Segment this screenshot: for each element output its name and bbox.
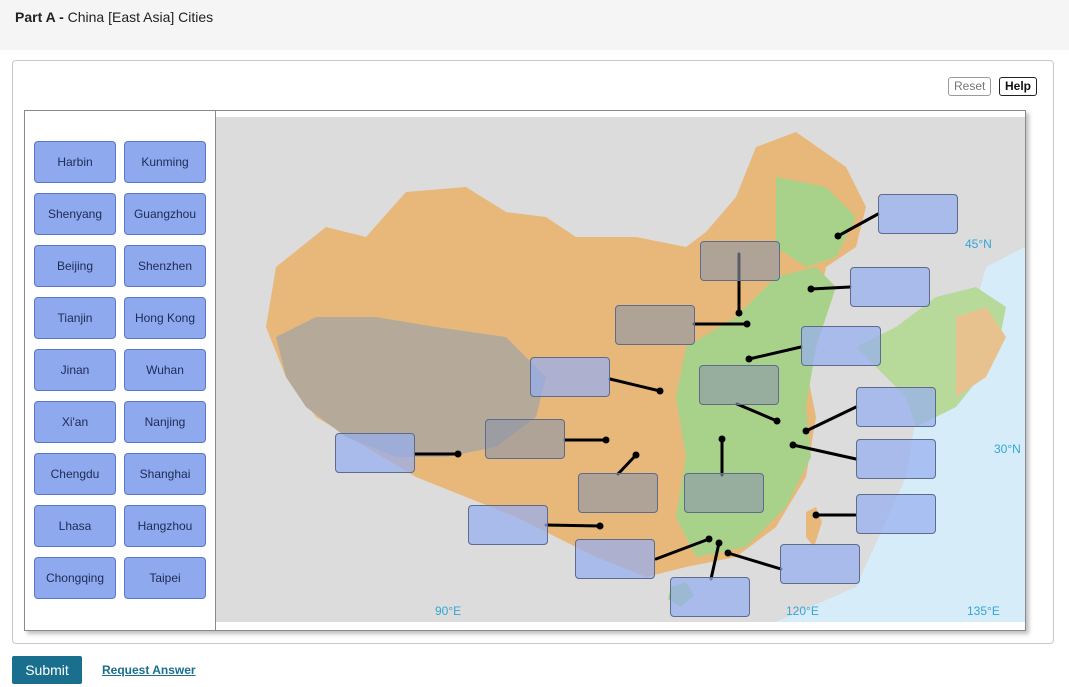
china-map: 45°N 30°N 90°E 120°E 135°E	[216, 117, 1025, 622]
longitude-label-90e: 90°E	[435, 604, 462, 618]
request-answer-link[interactable]: Request Answer	[102, 663, 196, 677]
part-header: Part A - China [East Asia] Cities	[0, 0, 1069, 50]
label-chip-shenyang[interactable]: Shenyang	[34, 193, 116, 235]
label-chip-jinan[interactable]: Jinan	[34, 349, 116, 391]
label-chip-shenzhen[interactable]: Shenzhen	[124, 245, 206, 287]
drop-target-1[interactable]	[700, 241, 780, 281]
drop-target-2[interactable]	[878, 194, 958, 234]
part-title: Part A - China [East Asia] Cities	[15, 9, 213, 25]
latitude-label-45n: 45°N	[965, 237, 992, 251]
label-chip-harbin[interactable]: Harbin	[34, 141, 116, 183]
drop-target-11[interactable]	[856, 439, 936, 479]
drop-target-5[interactable]	[801, 326, 881, 366]
drop-target-8[interactable]	[856, 387, 936, 427]
drop-target-15[interactable]	[468, 505, 548, 545]
label-chip-xian[interactable]: Xi'an	[34, 401, 116, 443]
drop-target-3[interactable]	[850, 267, 930, 307]
label-chip-chengdu[interactable]: Chengdu	[34, 453, 116, 495]
label-chip-guangzhou[interactable]: Guangzhou	[124, 193, 206, 235]
help-button[interactable]: Help	[999, 77, 1038, 96]
label-chip-tianjin[interactable]: Tianjin	[34, 297, 116, 339]
label-bank: Harbin Kunming Shenyang Guangzhou Beijin…	[25, 111, 216, 630]
reset-button[interactable]: Reset	[948, 77, 992, 96]
latitude-label-30n: 30°N	[994, 442, 1021, 456]
label-chip-kunming[interactable]: Kunming	[124, 141, 206, 183]
label-chip-taipei[interactable]: Taipei	[124, 557, 206, 599]
label-chip-hangzhou[interactable]: Hangzhou	[124, 505, 206, 547]
drop-target-13[interactable]	[684, 473, 764, 513]
label-chip-shanghai[interactable]: Shanghai	[124, 453, 206, 495]
labeling-workspace: Harbin Kunming Shenyang Guangzhou Beijin…	[24, 110, 1026, 631]
label-chip-beijing[interactable]: Beijing	[34, 245, 116, 287]
label-chip-nanjing[interactable]: Nanjing	[124, 401, 206, 443]
drop-target-16[interactable]	[575, 539, 655, 579]
label-chip-lhasa[interactable]: Lhasa	[34, 505, 116, 547]
label-chip-hong-kong[interactable]: Hong Kong	[124, 297, 206, 339]
drop-target-12[interactable]	[578, 473, 658, 513]
label-chip-chongqing[interactable]: Chongqing	[34, 557, 116, 599]
question-title: China [East Asia] Cities	[67, 9, 214, 25]
drop-target-9[interactable]	[485, 419, 565, 459]
submit-button[interactable]: Submit	[12, 656, 82, 684]
drop-target-7[interactable]	[699, 365, 779, 405]
longitude-label-135e: 135°E	[967, 604, 1000, 618]
part-label: Part A -	[15, 9, 64, 25]
drop-target-17[interactable]	[780, 544, 860, 584]
drop-target-4[interactable]	[615, 305, 695, 345]
label-chip-wuhan[interactable]: Wuhan	[124, 349, 206, 391]
drop-target-18[interactable]	[670, 577, 750, 617]
drop-target-6[interactable]	[530, 357, 610, 397]
drop-target-14[interactable]	[856, 494, 936, 534]
drop-target-10[interactable]	[335, 433, 415, 473]
longitude-label-120e: 120°E	[786, 604, 819, 618]
